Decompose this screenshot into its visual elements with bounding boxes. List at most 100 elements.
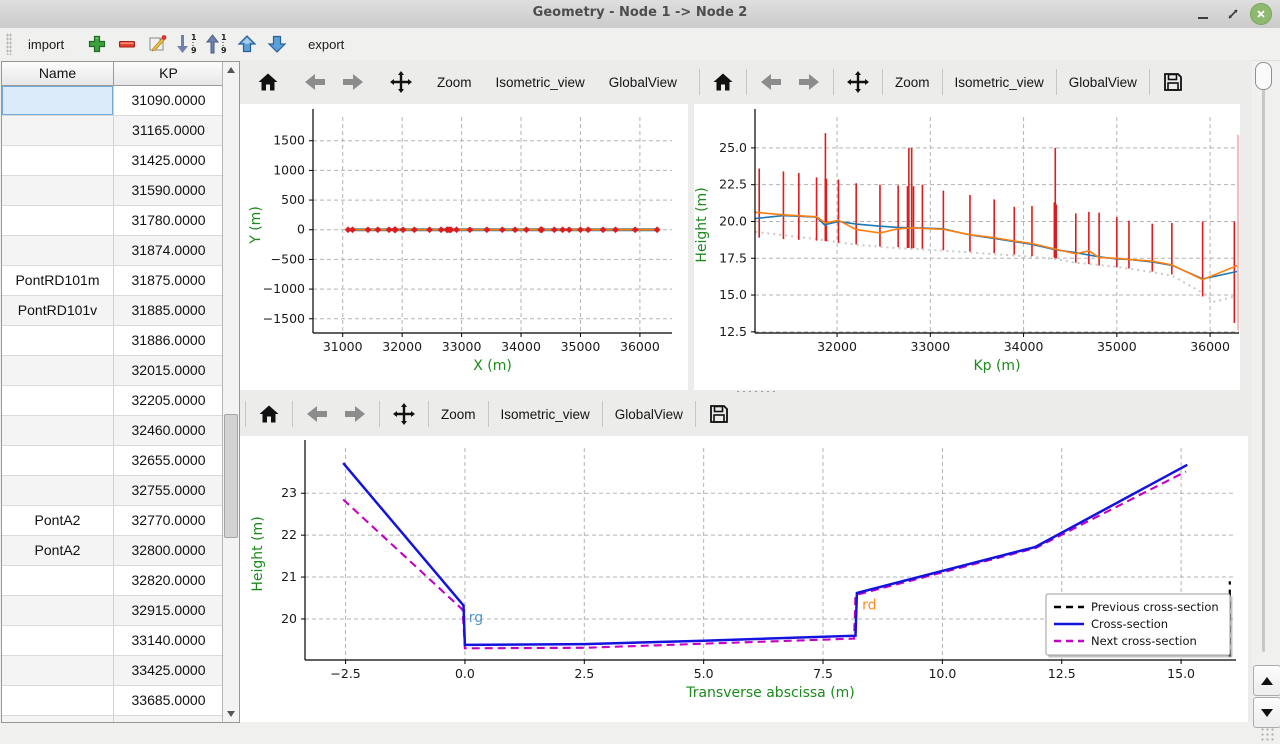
cell-name[interactable]: [2, 596, 114, 625]
table-row[interactable]: 31780.0000: [2, 206, 223, 236]
cell-name[interactable]: [2, 686, 114, 715]
zoom-button[interactable]: Zoom: [430, 66, 479, 98]
forward-button[interactable]: [790, 66, 828, 98]
cell-kp[interactable]: 32770.0000: [114, 506, 223, 535]
sort-ascending-button[interactable]: 1 9: [172, 31, 202, 57]
cell-name[interactable]: [2, 146, 114, 175]
cell-name[interactable]: [2, 86, 114, 115]
table-row[interactable]: PontA232770.0000: [2, 506, 223, 536]
forward-button[interactable]: [334, 66, 372, 98]
cell-kp[interactable]: 31886.0000: [114, 326, 223, 355]
column-header-kp[interactable]: KP: [114, 62, 223, 85]
global-view-button[interactable]: GlobalView: [608, 398, 690, 430]
close-button[interactable]: [1250, 4, 1272, 24]
table-row[interactable]: 31590.0000: [2, 176, 223, 206]
cell-name[interactable]: [2, 716, 114, 722]
home-button[interactable]: [250, 66, 286, 98]
remove-row-button[interactable]: [112, 31, 142, 57]
zoom-button[interactable]: Zoom: [434, 398, 483, 430]
cell-name[interactable]: PontA2: [2, 506, 114, 535]
table-row[interactable]: 32820.0000: [2, 566, 223, 596]
cell-kp[interactable]: 32915.0000: [114, 596, 223, 625]
forward-button[interactable]: [336, 398, 374, 430]
table-row[interactable]: 32655.0000: [2, 446, 223, 476]
cell-kp[interactable]: 32800.0000: [114, 536, 223, 565]
edit-button[interactable]: [142, 31, 172, 57]
profile-view-plot[interactable]: 320003300034000350003600012.515.017.520.…: [694, 104, 1240, 390]
sort-descending-button[interactable]: 1 9: [202, 31, 232, 57]
cell-kp[interactable]: 32205.0000: [114, 386, 223, 415]
table-row[interactable]: 33425.0000: [2, 656, 223, 686]
window-resize-grip[interactable]: [1260, 727, 1276, 741]
cross-sections-table[interactable]: Name KP 31090.000031165.000031425.000031…: [1, 61, 240, 723]
cell-name[interactable]: PontA2: [2, 536, 114, 565]
table-row[interactable]: 31165.0000: [2, 116, 223, 146]
cell-kp[interactable]: 32655.0000: [114, 446, 223, 475]
right-scrollbar-track[interactable]: [1262, 62, 1265, 652]
cell-kp[interactable]: 32460.0000: [114, 416, 223, 445]
title-bar[interactable]: Geometry - Node 1 -> Node 2: [0, 0, 1280, 29]
back-button[interactable]: [752, 66, 790, 98]
panel-scroll-up-button[interactable]: [1253, 665, 1280, 696]
table-row[interactable]: [2, 716, 223, 722]
cell-kp[interactable]: [114, 716, 223, 722]
table-row[interactable]: PontRD101v31885.0000: [2, 296, 223, 326]
table-row[interactable]: 31874.0000: [2, 236, 223, 266]
table-scroll-down-button[interactable]: [223, 706, 238, 722]
cell-kp[interactable]: 33685.0000: [114, 686, 223, 715]
zoom-button[interactable]: Zoom: [888, 66, 937, 98]
back-button[interactable]: [296, 66, 334, 98]
cell-kp[interactable]: 33425.0000: [114, 656, 223, 685]
plan-view-plot[interactable]: 310003200033000340003500036000−1500−1000…: [240, 104, 688, 390]
pan-button[interactable]: [839, 66, 877, 98]
table-row[interactable]: 31090.0000: [2, 86, 223, 116]
table-scrollbar[interactable]: [222, 62, 239, 722]
right-scrollbar-thumb[interactable]: [1255, 62, 1272, 90]
table-row[interactable]: 32460.0000: [2, 416, 223, 446]
global-view-button[interactable]: GlobalView: [1062, 66, 1144, 98]
column-header-name[interactable]: Name: [2, 62, 114, 85]
table-row[interactable]: 33685.0000: [2, 686, 223, 716]
cell-name[interactable]: [2, 416, 114, 445]
isometric-view-button[interactable]: Isometric_view: [489, 66, 592, 98]
cell-name[interactable]: [2, 656, 114, 685]
cell-name[interactable]: [2, 446, 114, 475]
cell-name[interactable]: [2, 356, 114, 385]
save-button[interactable]: [701, 398, 737, 430]
cell-name[interactable]: [2, 116, 114, 145]
cell-name[interactable]: [2, 386, 114, 415]
table-row[interactable]: 32915.0000: [2, 596, 223, 626]
cell-kp[interactable]: 31780.0000: [114, 206, 223, 235]
home-button[interactable]: [705, 66, 741, 98]
cell-kp[interactable]: 31090.0000: [114, 86, 223, 115]
cell-kp[interactable]: 31590.0000: [114, 176, 223, 205]
move-up-button[interactable]: [232, 31, 262, 57]
cell-name[interactable]: [2, 206, 114, 235]
table-row[interactable]: 33140.0000: [2, 626, 223, 656]
add-row-button[interactable]: [82, 31, 112, 57]
cell-kp[interactable]: 31425.0000: [114, 146, 223, 175]
back-button[interactable]: [298, 398, 336, 430]
panel-scroll-down-button[interactable]: [1253, 697, 1280, 728]
cell-name[interactable]: [2, 176, 114, 205]
cell-name[interactable]: [2, 326, 114, 355]
cell-kp[interactable]: 31165.0000: [114, 116, 223, 145]
table-row[interactable]: 31886.0000: [2, 326, 223, 356]
cell-name[interactable]: [2, 236, 114, 265]
cell-kp[interactable]: 31874.0000: [114, 236, 223, 265]
cell-kp[interactable]: 32820.0000: [114, 566, 223, 595]
cell-name[interactable]: [2, 566, 114, 595]
toolbar-drag-handle[interactable]: [6, 33, 12, 55]
cell-kp[interactable]: 31885.0000: [114, 296, 223, 325]
table-row[interactable]: 32755.0000: [2, 476, 223, 506]
table-scrollbar-thumb[interactable]: [224, 414, 238, 538]
export-button[interactable]: export: [300, 33, 352, 56]
isometric-view-button[interactable]: Isometric_view: [494, 398, 597, 430]
minimize-button[interactable]: [1192, 4, 1214, 24]
pan-button[interactable]: [385, 398, 423, 430]
cell-kp[interactable]: 32755.0000: [114, 476, 223, 505]
save-button[interactable]: [1155, 66, 1191, 98]
horizontal-splitter-handle[interactable]: [733, 389, 779, 394]
table-row[interactable]: 32015.0000: [2, 356, 223, 386]
move-down-button[interactable]: [262, 31, 292, 57]
